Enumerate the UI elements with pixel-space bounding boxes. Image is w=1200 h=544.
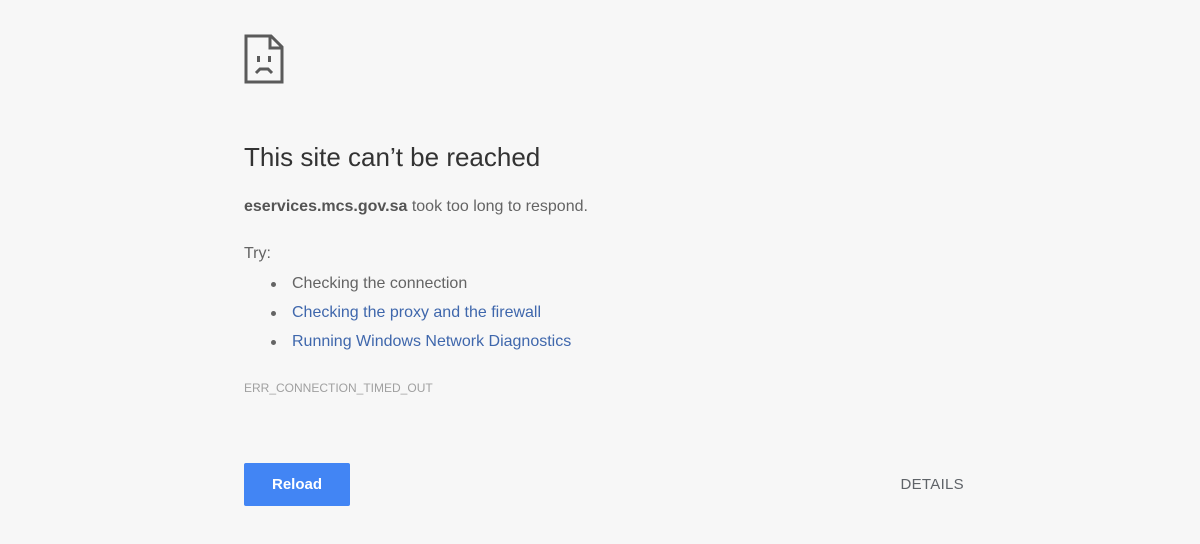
sad-page-icon [244,34,284,84]
error-message: eservices.mcs.gov.sa took too long to re… [244,198,588,216]
suggestion-check-connection: Checking the connection [292,275,468,292]
reload-button[interactable]: Reload [244,463,350,506]
suggestion-item: Running Windows Network Diagnostics [244,330,571,359]
bullet-icon [271,311,276,316]
suggestions-list: Checking the connection Checking the pro… [244,272,571,359]
suggestion-proxy-firewall-link[interactable]: Checking the proxy and the firewall [292,304,541,321]
page-title: This site can’t be reached [244,142,541,172]
suggestion-item: Checking the connection [244,272,571,301]
host-name: eservices.mcs.gov.sa [244,198,408,215]
suggestion-network-diagnostics-link[interactable]: Running Windows Network Diagnostics [292,333,571,350]
try-label: Try: [244,245,271,262]
bullet-icon [271,340,276,345]
suggestion-item: Checking the proxy and the firewall [244,301,571,330]
error-code: ERR_CONNECTION_TIMED_OUT [244,381,433,395]
error-page: This site can’t be reached eservices.mcs… [244,0,964,544]
error-message-text: took too long to respond. [407,198,588,215]
bullet-icon [271,282,276,287]
details-button[interactable]: DETAILS [900,463,964,506]
